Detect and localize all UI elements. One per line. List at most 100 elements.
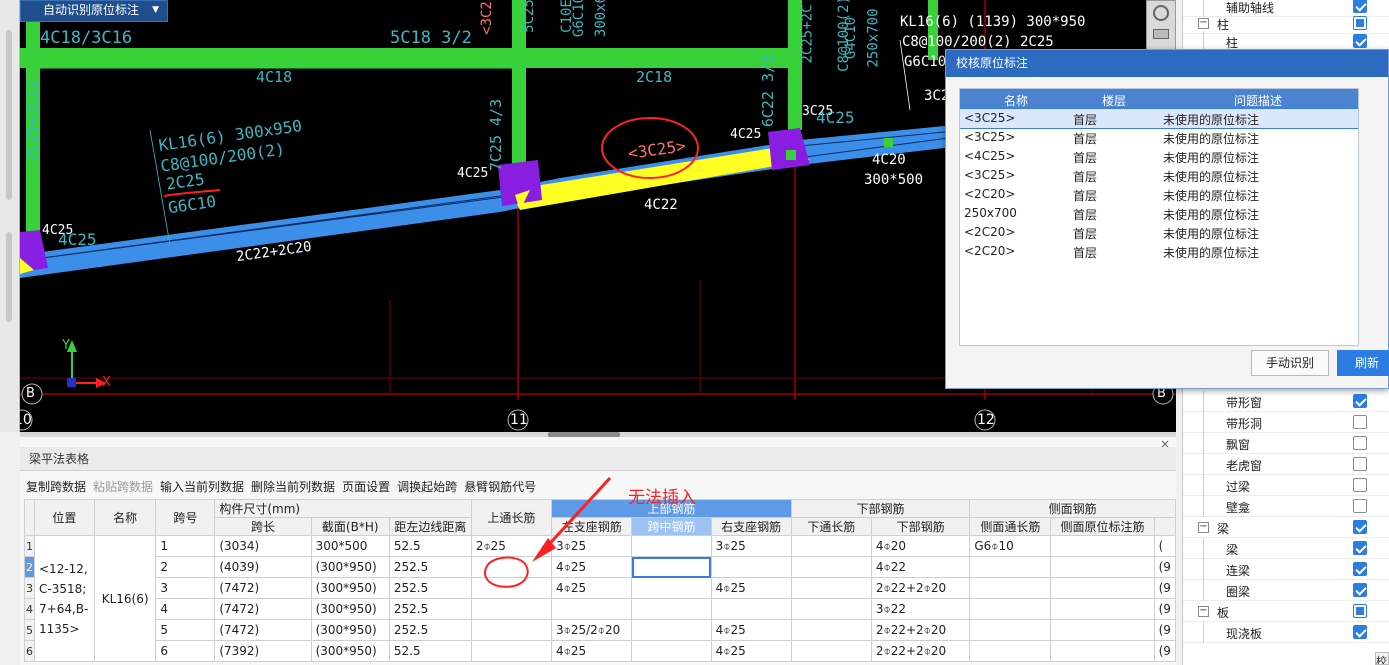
cell-bottom[interactable]: 2⌽22+2⌽20 xyxy=(870,577,971,599)
cell-side[interactable] xyxy=(969,640,1052,662)
visibility-checkbox[interactable] xyxy=(1353,436,1367,450)
cell-x[interactable]: (9 xyxy=(1153,619,1177,641)
visibility-checkbox[interactable] xyxy=(1353,604,1367,618)
rotate-icon[interactable] xyxy=(1153,5,1169,21)
cell-x[interactable]: (9 xyxy=(1153,640,1177,662)
grid-tool-button[interactable]: 输入当前列数据 xyxy=(160,480,244,494)
grid-tool-button[interactable]: 页面设置 xyxy=(342,480,390,494)
grid-tool-button[interactable]: 调换起始跨 xyxy=(397,480,457,494)
cell-bthru[interactable] xyxy=(790,640,872,662)
cell-sec[interactable]: (300*950) xyxy=(310,556,390,578)
visibility-checkbox[interactable] xyxy=(1353,415,1367,429)
collapse-icon[interactable]: − xyxy=(1198,18,1209,29)
tree-item[interactable]: 现浇板 xyxy=(1183,622,1389,643)
table-row[interactable]: 5 5 (7472) (300*950) 252.5 3⌽25/2⌽20 4⌽25 2⌽22+… xyxy=(24,619,1177,641)
dialog-issue-row[interactable]: <3C25> 首层 未使用的原位标注 xyxy=(960,166,1358,185)
cell-sec[interactable]: (300*950) xyxy=(310,619,390,641)
cell-side[interactable] xyxy=(969,598,1052,620)
cell-x[interactable]: (9 xyxy=(1153,598,1177,620)
auto-identify-button[interactable]: 自动识别原位标注 ▼ xyxy=(20,0,168,22)
cell-left[interactable]: 3⌽25/2⌽20 xyxy=(550,619,633,641)
table-row[interactable]: 4 4 (7472) (300*950) 252.5 3⌽22 (9 xyxy=(24,598,1177,620)
dialog-issue-row[interactable]: <3C25> 首层 未使用的原位标注 xyxy=(960,108,1358,129)
cell-dist[interactable]: 252.5 xyxy=(388,619,472,641)
cell-sec[interactable]: (300*950) xyxy=(310,577,390,599)
grid-tool-button[interactable]: 悬臂钢筋代号 xyxy=(464,480,536,494)
tree-item[interactable]: − 梁 xyxy=(1183,517,1389,538)
tree-item[interactable]: 过梁 xyxy=(1183,475,1389,496)
cell-right[interactable]: 4⌽25 xyxy=(710,640,792,662)
cell-bthru[interactable] xyxy=(790,619,872,641)
cell-top[interactable]: 2⌽25 xyxy=(470,535,552,557)
cell-span-no[interactable]: 1 xyxy=(155,535,216,557)
cell-right[interactable]: 4⌽25 xyxy=(710,619,792,641)
row-number[interactable]: 5 xyxy=(24,619,35,641)
cell-position[interactable]: <12-12,C-3518;7+64,B-1135> xyxy=(34,535,95,662)
tree-item[interactable]: 老虎窗 xyxy=(1183,454,1389,475)
cell-span-no[interactable]: 3 xyxy=(155,577,216,599)
cell-note[interactable] xyxy=(1050,619,1155,641)
refresh-button[interactable]: 刷新 xyxy=(1337,350,1389,376)
cell-dist[interactable]: 52.5 xyxy=(388,640,472,662)
view-toolbar[interactable] xyxy=(1146,0,1176,56)
row-number[interactable]: 4 xyxy=(24,598,35,620)
cell-span-no[interactable]: 2 xyxy=(155,556,216,578)
cell-name[interactable]: KL16(6) xyxy=(93,535,157,662)
chevron-down-icon[interactable]: ▼ xyxy=(152,1,159,19)
tree-bottom-button[interactable]: 校 xyxy=(1375,652,1389,665)
visibility-checkbox[interactable] xyxy=(1353,394,1367,408)
row-number[interactable]: 1 xyxy=(24,535,35,557)
cell-sec[interactable]: (300*950) xyxy=(310,598,390,620)
cell-bthru[interactable] xyxy=(790,535,872,557)
dialog-title[interactable]: 校核原位标注 xyxy=(946,50,1388,77)
cell-bottom[interactable]: 3⌽22 xyxy=(870,598,971,620)
cell-span-no[interactable]: 4 xyxy=(155,598,216,620)
cell-left[interactable]: 4⌽25 xyxy=(550,577,633,599)
cell-left[interactable]: 3⌽25 xyxy=(550,535,633,557)
dialog-issue-row[interactable]: 250x700 首层 未使用的原位标注 xyxy=(960,204,1358,223)
dialog-issue-row[interactable]: <2C20> 首层 未使用的原位标注 xyxy=(960,223,1358,242)
cell-len[interactable]: (7472) xyxy=(214,577,312,599)
cell-x[interactable]: ( xyxy=(1153,535,1177,557)
cell-len[interactable]: (7392) xyxy=(214,640,312,662)
cell-x[interactable]: (9 xyxy=(1153,556,1177,578)
tree-item[interactable]: 壁龛 xyxy=(1183,496,1389,517)
left-scroll-strip[interactable] xyxy=(0,0,20,432)
tree-item[interactable]: 圈梁 xyxy=(1183,580,1389,601)
visibility-checkbox[interactable] xyxy=(1353,520,1367,534)
cell-bthru[interactable] xyxy=(790,598,872,620)
cell-left[interactable]: 4⌽25 xyxy=(550,640,633,662)
table-row[interactable]: 6 6 (7392) (300*950) 52.5 4⌽25 4⌽25 2⌽22+2⌽20 (9 xyxy=(24,640,1177,662)
cell-x[interactable]: (9 xyxy=(1153,577,1177,599)
cell-note[interactable] xyxy=(1050,535,1155,557)
dialog-issue-table[interactable]: 名称 楼层 问题描述 <3C25> 首层 未使用的原位标注 <3C25> 首层 未使用的原… xyxy=(959,88,1359,346)
visibility-checkbox[interactable] xyxy=(1353,0,1367,13)
cell-side[interactable] xyxy=(969,619,1052,641)
cell-mid[interactable] xyxy=(631,640,712,662)
tree-item[interactable]: 梁 xyxy=(1183,538,1389,559)
cell-side[interactable]: G6⌽10 xyxy=(969,535,1052,557)
cell-top[interactable] xyxy=(470,577,552,599)
table-row[interactable]: 1 <12-12,C-3518;7+64,B-1135> KL16(6) 1 (3034… xyxy=(24,535,1177,662)
cell-len[interactable]: (3034) xyxy=(214,535,312,557)
table-row[interactable]: 3 3 (7472) (300*950) 252.5 4⌽25 4⌽25 2⌽22+2⌽20(… xyxy=(24,577,1177,599)
cell-note[interactable] xyxy=(1050,598,1155,620)
tree-item[interactable]: 连梁 xyxy=(1183,559,1389,580)
cell-note[interactable] xyxy=(1050,556,1155,578)
cell-mid[interactable] xyxy=(631,556,712,578)
cell-side[interactable] xyxy=(969,577,1052,599)
visibility-checkbox[interactable] xyxy=(1353,457,1367,471)
cell-sec[interactable]: 300*500 xyxy=(310,535,390,557)
cell-dist[interactable]: 52.5 xyxy=(388,535,472,557)
cell-len[interactable]: (7472) xyxy=(214,619,312,641)
dialog-issue-row[interactable]: <3C25> 首层 未使用的原位标注 xyxy=(960,128,1358,147)
cell-note[interactable] xyxy=(1050,577,1155,599)
cell-left[interactable] xyxy=(550,598,633,620)
grid-tool-button[interactable]: 删除当前列数据 xyxy=(251,480,335,494)
grid-tool-button[interactable]: 粘贴跨数据 xyxy=(93,480,153,494)
cell-mid[interactable] xyxy=(631,535,712,557)
cell-dist[interactable]: 252.5 xyxy=(388,556,472,578)
cell-right[interactable]: 4⌽25 xyxy=(710,577,792,599)
collapse-icon[interactable]: − xyxy=(1198,522,1209,533)
cell-bottom[interactable]: 4⌽22 xyxy=(870,556,971,578)
